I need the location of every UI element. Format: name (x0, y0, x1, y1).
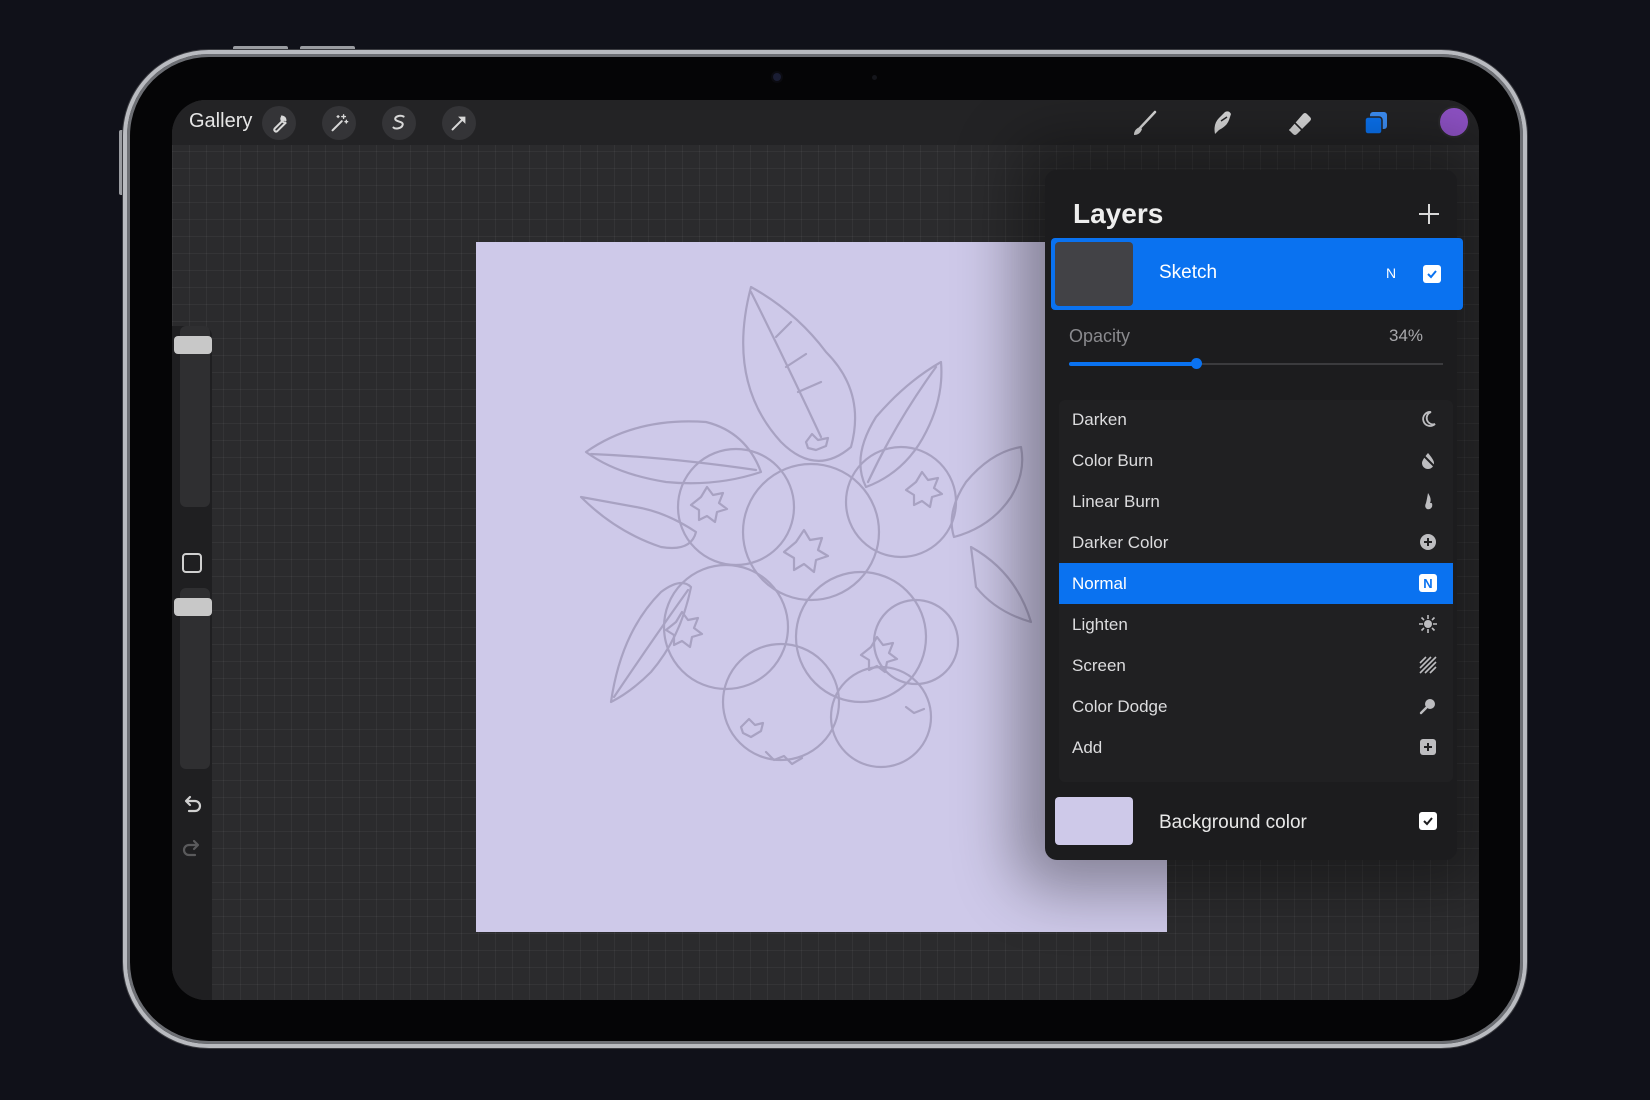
plus-circle-icon (1420, 534, 1436, 550)
magic-wand-icon[interactable] (322, 106, 356, 140)
procreate-screen: Gallery Layers Sketch N Opacity 34% Dark… (172, 100, 1479, 1000)
left-sidebar (172, 326, 212, 1000)
layer-name: Sketch (1159, 262, 1218, 283)
top-toolbar: Gallery (172, 100, 1479, 145)
opacity-slider-fill (1069, 362, 1197, 366)
brush-icon[interactable] (1127, 106, 1163, 140)
checkmark-icon (1427, 270, 1437, 279)
background-color-swatch[interactable] (1055, 797, 1133, 845)
layer-background-color[interactable]: Background color (1051, 795, 1463, 855)
layer-thumbnail (1055, 242, 1133, 306)
blend-mode-label: Color Dodge (1072, 697, 1168, 716)
blend-mode-label: Darker Color (1072, 533, 1169, 552)
dodge-icon (1419, 699, 1435, 715)
transform-arrow-icon[interactable] (442, 106, 476, 140)
hatch-icon (1419, 656, 1437, 674)
layer-visibility-checkbox[interactable] (1423, 265, 1441, 283)
plus-square-icon (1420, 739, 1436, 755)
opacity-slider[interactable] (1069, 358, 1443, 369)
blend-mode-add[interactable]: Add (1059, 727, 1453, 768)
current-color-swatch[interactable] (1438, 106, 1470, 138)
brush-size-knob[interactable] (174, 336, 212, 354)
wrench-icon[interactable] (262, 106, 296, 140)
blend-mode-label: Add (1072, 738, 1103, 757)
opacity-label: Opacity (1069, 326, 1131, 346)
blend-mode-darken[interactable]: Darken (1059, 399, 1453, 440)
opacity-slider-knob[interactable] (1191, 358, 1203, 369)
background-layer-name: Background color (1159, 812, 1307, 833)
brush-opacity-knob[interactable] (174, 598, 212, 616)
flame-icon (1425, 493, 1433, 510)
front-camera (773, 73, 781, 81)
blend-mode-darker-color[interactable]: Darker Color (1059, 522, 1453, 563)
blend-mode-label: Darken (1072, 410, 1127, 429)
blend-mode-label: Color Burn (1072, 451, 1154, 470)
layer-blend-mode-button[interactable]: N (1386, 265, 1396, 281)
moon-icon (1422, 411, 1436, 427)
smudge-icon[interactable] (1204, 106, 1240, 140)
svg-text:N: N (1423, 576, 1432, 591)
blend-mode-linear-burn[interactable]: Linear Burn (1059, 481, 1453, 522)
opacity-value: 34% (1389, 326, 1424, 345)
gallery-button[interactable]: Gallery (189, 110, 252, 133)
layers-panel-title: Layers (1073, 198, 1164, 229)
burn-drop-icon (1420, 452, 1436, 469)
blend-mode-label: Lighten (1072, 615, 1128, 634)
blend-mode-label: Screen (1072, 656, 1126, 675)
layers-icon[interactable] (1358, 106, 1394, 140)
undo-icon[interactable] (179, 792, 205, 818)
checkmark-icon (1423, 817, 1433, 826)
blend-mode-color-burn[interactable]: Color Burn (1059, 440, 1453, 481)
blend-mode-color-dodge[interactable]: Color Dodge (1059, 686, 1453, 727)
layer-sketch[interactable]: Sketch N (1051, 238, 1463, 310)
redo-icon[interactable] (179, 836, 205, 862)
light-sensor (872, 75, 877, 80)
blend-mode-label: Normal (1072, 574, 1127, 593)
n-badge-icon: N (1419, 574, 1437, 592)
background-visibility-checkbox[interactable] (1419, 812, 1437, 830)
selection-icon[interactable] (382, 106, 416, 140)
blend-mode-normal[interactable]: Normal N (1059, 563, 1453, 604)
layers-panel: Layers Sketch N Opacity 34% Darken Color … (1045, 170, 1463, 860)
eraser-icon[interactable] (1281, 106, 1317, 140)
blend-mode-lighten[interactable]: Lighten (1059, 604, 1453, 645)
sun-icon (1419, 615, 1437, 633)
blend-mode-label: Linear Burn (1072, 492, 1160, 511)
modify-square-icon[interactable] (182, 553, 202, 573)
plus-icon[interactable] (1415, 200, 1443, 228)
blend-mode-list: Darken Color Burn Linear Burn Darker Color N… (1059, 400, 1453, 782)
blend-mode-screen[interactable]: Screen (1059, 645, 1453, 686)
